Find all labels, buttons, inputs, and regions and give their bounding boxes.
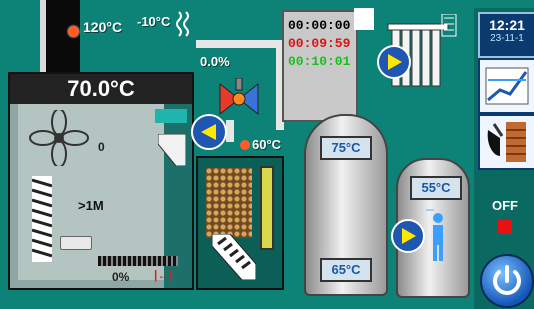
fuel-button[interactable] — [478, 114, 534, 170]
dhw-pump-icon[interactable] — [390, 218, 426, 254]
timer-3: 00:10:01 — [288, 54, 351, 69]
buffer-bottom-temperature: 65°C — [320, 258, 372, 282]
pellet-level-gauge — [260, 166, 274, 250]
timer-panel: 00:00:00 00:09:59 00:10:01 — [282, 10, 358, 122]
dhw-temperature: 55°C — [410, 176, 462, 200]
timer-2: 00:09:59 — [288, 36, 351, 51]
igniter-icon — [60, 236, 92, 250]
fan-icon — [29, 110, 89, 166]
boiler[interactable]: 70.0°C 0 >1M 0% |↔| — [8, 72, 194, 290]
silo-screw-icon — [212, 234, 256, 280]
fuel-icon — [487, 122, 526, 162]
fan-value: 0 — [98, 140, 105, 154]
chart-icon — [485, 67, 529, 105]
burner-power-value: 0% — [112, 270, 130, 284]
clock[interactable]: 12:21 23-11-1 — [478, 12, 534, 58]
moon-icon[interactable] — [354, 8, 374, 30]
feeder-screw-icon — [32, 176, 52, 262]
status-led — [498, 220, 512, 234]
return-temperature: 60°C — [252, 137, 282, 152]
pellet-silo[interactable] — [196, 156, 284, 290]
clock-date: 23-11-1 — [490, 33, 524, 44]
clock-time: 12:21 — [489, 17, 525, 33]
outdoor-temperature: -10°C — [137, 14, 171, 29]
buffer-top-temperature: 75°C — [320, 136, 372, 160]
return-sensor-dot — [240, 140, 250, 150]
heating-pump-icon[interactable] — [376, 44, 412, 80]
boiler-top-tab — [155, 109, 187, 123]
flue-temperature: 120°C — [83, 19, 123, 35]
boiler-door-icon — [158, 134, 186, 166]
pellet-fill — [206, 168, 252, 238]
chart-button[interactable] — [478, 58, 534, 114]
supply-pipe — [196, 40, 282, 48]
boiler-control-screen: 120°C -10°C 70.0°C 0 >1M 0% |↔| 0.0% 60°… — [0, 0, 534, 309]
range-arrows-icon: |↔| — [154, 268, 173, 282]
valve-opening: 0.0% — [200, 54, 230, 69]
feeder-value: >1M — [78, 198, 104, 213]
power-button[interactable] — [480, 254, 534, 308]
flue-sensor-dot — [68, 26, 79, 37]
power-icon — [493, 265, 521, 295]
boiler-temperature: 70.0°C — [10, 74, 192, 104]
timer-1: 00:00:00 — [288, 18, 351, 33]
status-label: OFF — [492, 198, 518, 213]
burner-grate — [98, 256, 178, 266]
boiler-pump-icon[interactable] — [190, 113, 228, 151]
heat-waves-icon — [176, 11, 189, 37]
shower-person-icon — [426, 209, 443, 261]
